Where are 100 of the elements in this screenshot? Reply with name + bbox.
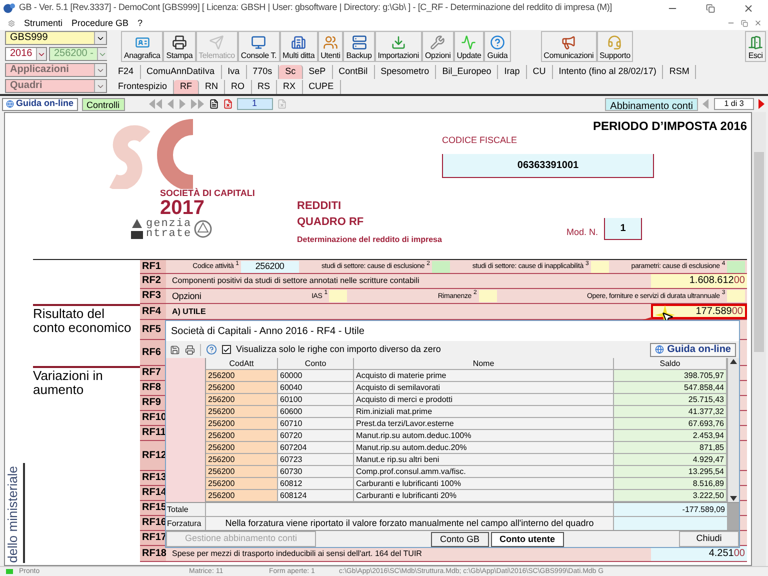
- export-icon[interactable]: [170, 344, 180, 354]
- sections-dropdown[interactable]: Quadri: [5, 79, 107, 93]
- delete-page-icon[interactable]: [222, 99, 233, 109]
- form-title: QUADRO RF: [297, 215, 365, 230]
- users-icon: [322, 35, 338, 50]
- column-header[interactable]: CodAtt: [206, 358, 278, 370]
- toolbar-button[interactable]: Supporto: [596, 31, 634, 62]
- table-cell: 3.222,50: [614, 490, 727, 502]
- toolbar-button[interactable]: Update: [454, 31, 484, 62]
- amount-field[interactable]: 1.608.61200: [651, 274, 747, 288]
- company-dropdown[interactable]: GBS999: [5, 31, 107, 45]
- toolbar-button[interactable]: Opzioni: [422, 31, 454, 62]
- table-cell: Prest.da terzi/Lavor.esterne: [354, 418, 614, 430]
- next-page-icon[interactable]: [178, 99, 187, 109]
- column-header[interactable]: Saldo: [614, 358, 727, 370]
- year-dropdown[interactable]: 2016: [5, 47, 47, 61]
- table-cell: 607204: [278, 442, 354, 454]
- row-label: Componenti positivi da studi di settore annotati nelle scritture contabili: [172, 277, 420, 285]
- input-field[interactable]: 256200: [240, 260, 299, 272]
- row-label: A) UTILE: [172, 308, 207, 316]
- module-field[interactable]: 1: [604, 218, 642, 240]
- input-field[interactable]: [590, 260, 609, 272]
- row-code: RF3: [140, 289, 166, 304]
- window-title: GB - Ver. 5.1 [Rev.3337] - DemoCont [GBS999] [ Licenza: GBSH | User: gbsoftware | Directory: g:\Gb\ ] - [C_RF - Determinazione del reddito di impresa (M)]: [19, 1, 613, 14]
- scrollbar[interactable]: [752, 112, 766, 566]
- settings-icon[interactable]: [8, 20, 15, 26]
- menu-item[interactable]: Procedure GB: [72, 18, 129, 28]
- table-cell: 398.705,97: [614, 370, 727, 382]
- send-icon: [209, 35, 224, 50]
- toolbar-button[interactable]: Guida: [484, 31, 511, 62]
- input-field[interactable]: [726, 290, 745, 302]
- checks-button[interactable]: Controlli: [82, 98, 125, 110]
- table-cell: 4.929,47: [614, 454, 727, 466]
- previous-icon[interactable]: [702, 99, 710, 109]
- toolbar-button[interactable]: Utenti: [318, 31, 344, 62]
- column-header[interactable]: Nome: [354, 358, 614, 370]
- toolbar-button[interactable]: Esci: [745, 31, 766, 62]
- column-header[interactable]: Conto: [278, 358, 354, 370]
- table-cell: 547.858,44: [614, 382, 727, 394]
- restore-icon[interactable]: [706, 4, 715, 12]
- section-label: Variazioni in aumento: [33, 368, 104, 397]
- input-field[interactable]: [726, 260, 745, 272]
- close-icon[interactable]: [743, 2, 754, 14]
- input-field[interactable]: [329, 290, 348, 302]
- headset-icon: [607, 35, 622, 50]
- table-cell: 60720: [278, 430, 354, 442]
- row-code: RF18: [140, 546, 166, 562]
- module-label: Mod. N.: [566, 226, 598, 239]
- help-icon: [490, 35, 505, 50]
- row-code: RF12: [140, 441, 166, 471]
- logo-year: 2017: [160, 198, 206, 218]
- caret-icon: [36, 48, 46, 60]
- next-icon[interactable]: [758, 99, 766, 109]
- checkbox[interactable]: [222, 345, 231, 354]
- table-cell: Acquisto di materie prime: [354, 370, 614, 382]
- table-cell: 256200: [206, 490, 278, 502]
- tax-period: PERIODO D’IMPOSTA 2016: [592, 119, 748, 134]
- tab[interactable]: Conto GB: [430, 532, 489, 546]
- globe-icon: [6, 100, 14, 108]
- toolbar-button[interactable]: Multi ditta: [280, 31, 318, 62]
- row-code: RF9: [140, 396, 166, 411]
- tab[interactable]: RF: [174, 80, 200, 94]
- close-button[interactable]: Chiudi: [679, 531, 739, 547]
- toolbar-button[interactable]: Comunicazioni: [540, 31, 597, 62]
- override-field[interactable]: [613, 517, 727, 530]
- menu-item[interactable]: ?: [138, 18, 143, 28]
- table-cell: 41.377,32: [614, 406, 727, 418]
- help-icon[interactable]: [206, 344, 217, 355]
- toolbar-button[interactable]: Importazioni: [374, 31, 422, 62]
- scrollbar[interactable]: [727, 358, 739, 502]
- previous-page-icon[interactable]: [166, 99, 175, 109]
- links-button[interactable]: Abbinamento conti: [605, 98, 698, 110]
- help-button[interactable]: Guida on-line: [2, 98, 78, 110]
- tax-code-field[interactable]: 06363391001: [442, 154, 654, 178]
- table-cell: 60040: [278, 382, 354, 394]
- table-cell: 8.516,89: [614, 478, 727, 490]
- table-cell: 256200: [206, 466, 278, 478]
- first-page-icon[interactable]: [148, 99, 163, 109]
- building-icon: [291, 35, 306, 50]
- tab[interactable]: Conto utente: [490, 532, 564, 546]
- remove-page-icon[interactable]: [276, 99, 287, 109]
- help-button[interactable]: Guida on-line: [650, 342, 736, 356]
- input-field[interactable]: [432, 260, 450, 272]
- amount-field[interactable]: 177.58900: [651, 304, 747, 319]
- toolbar-button[interactable]: Backup: [343, 31, 375, 62]
- printer-icon[interactable]: [185, 344, 195, 354]
- toolbar-button[interactable]: Stampa: [163, 31, 196, 62]
- toolbar-button[interactable]: Anagrafica: [121, 31, 164, 62]
- toolbar-button[interactable]: Console T.: [238, 31, 280, 62]
- close-icon[interactable]: [754, 19, 762, 27]
- applications-dropdown[interactable]: Applicazioni: [5, 63, 107, 77]
- menu-item[interactable]: Strumenti: [24, 18, 63, 28]
- tab[interactable]: Sc: [279, 64, 303, 78]
- page-field[interactable]: 1: [236, 98, 273, 110]
- new-page-icon[interactable]: [208, 99, 219, 109]
- scroll-up-icon[interactable]: [730, 359, 737, 364]
- input-field[interactable]: [478, 290, 497, 302]
- restore-icon[interactable]: [741, 20, 748, 26]
- table-cell: 256200: [206, 406, 278, 418]
- override-label: Forzatura: [166, 518, 202, 530]
